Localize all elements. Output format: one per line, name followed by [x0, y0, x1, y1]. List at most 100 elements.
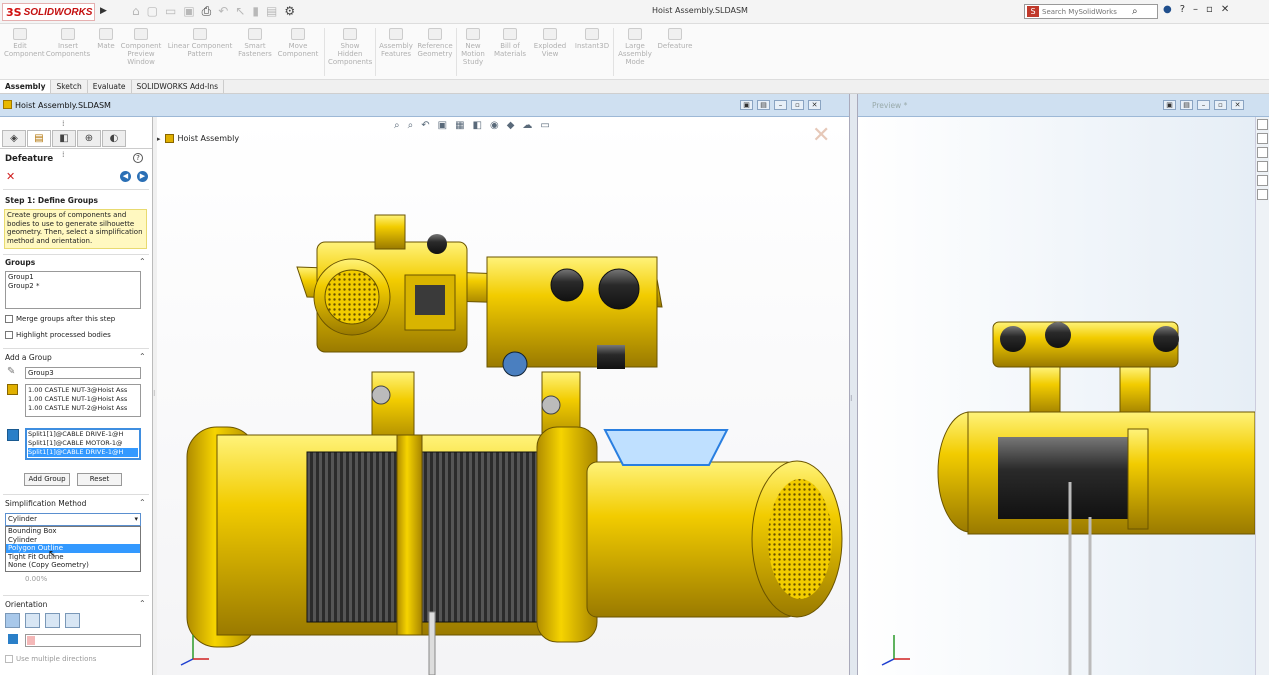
custom-properties-icon[interactable] [1257, 189, 1268, 200]
groups-list[interactable]: Group1 Group2 * [5, 271, 141, 309]
preview-tile-button[interactable]: ▤ [1180, 100, 1193, 110]
dropdown-option-bounding-box[interactable]: Bounding Box [6, 527, 140, 536]
orientation-collapse-icon[interactable]: ⌃ [139, 599, 146, 608]
exploded-view-button[interactable]: Exploded View [532, 28, 568, 58]
new-motion-study-button[interactable]: New Motion Study [459, 28, 487, 66]
percent-field[interactable]: 0.00% [25, 573, 55, 585]
menu-expand-icon[interactable]: ▶ [100, 6, 107, 16]
pm-help-button[interactable]: ? [133, 153, 143, 163]
undo-icon[interactable]: ↶ [218, 4, 228, 19]
solidworks-resources-icon[interactable] [1257, 119, 1268, 130]
open-icon[interactable]: ▭ [165, 4, 176, 19]
close-button[interactable]: ✕ [1221, 4, 1229, 15]
list-item[interactable]: 1.00 CASTLE NUT-2@Hoist Ass [28, 404, 138, 413]
tab-sketch[interactable]: Sketch [51, 80, 88, 93]
view-palette-icon[interactable] [1257, 161, 1268, 172]
search-input[interactable] [1042, 7, 1132, 16]
simplification-method-select[interactable]: Cylinder ▾ [5, 513, 141, 526]
dropdown-option-tight-fit-outline[interactable]: Tight Fit Outline [6, 553, 140, 562]
panel-grip-icon[interactable]: ⁞ [62, 119, 65, 128]
large-assembly-mode-button[interactable]: Large Assembly Mode [616, 28, 654, 66]
appearances-icon[interactable] [1257, 175, 1268, 186]
multiple-directions-checkbox[interactable]: Use multiple directions [5, 655, 96, 663]
viewport-tile-button[interactable]: ▤ [757, 100, 770, 110]
options-gear-icon[interactable]: ⚙ [284, 4, 295, 19]
reset-button[interactable]: Reset [77, 473, 122, 486]
configurationmanager-tab-icon[interactable]: ◧ [52, 130, 76, 147]
pm-next-icon[interactable]: ▶ [137, 171, 148, 182]
simplification-collapse-icon[interactable]: ⌃ [139, 498, 146, 507]
search-box[interactable]: S ⌕ [1024, 4, 1158, 19]
group-name-field[interactable]: Group3 [25, 367, 141, 379]
rebuild-icon[interactable]: ▮ [252, 4, 259, 19]
viewport-minimize-button[interactable]: – [774, 100, 787, 110]
defeature-button[interactable]: Defeature [656, 28, 694, 50]
checkbox-box[interactable] [5, 315, 13, 323]
preview-minimize-button[interactable]: – [1197, 100, 1210, 110]
new-document-icon[interactable]: ▢ [147, 4, 158, 19]
solidworks-logo[interactable]: 3S SOLIDWORKS [2, 3, 95, 21]
minimize-button[interactable]: – [1193, 4, 1198, 15]
user-icon[interactable]: ● [1163, 4, 1172, 15]
restore-button[interactable]: ▫ [1206, 4, 1213, 15]
smart-fasteners-button[interactable]: Smart Fasteners [237, 28, 273, 58]
viewport-close-button[interactable]: ✕ [808, 100, 821, 110]
highlight-bodies-checkbox[interactable]: Highlight processed bodies [5, 331, 111, 339]
orientation-right-icon[interactable] [45, 613, 60, 628]
dropdown-option-none-copy-geometry[interactable]: None (Copy Geometry) [6, 561, 140, 570]
list-item[interactable]: Split1[1]@CABLE DRIVE-1@H [28, 430, 138, 439]
featuremanager-tab-icon[interactable]: ◈ [2, 130, 26, 147]
pm-cancel-icon[interactable]: ✕ [6, 170, 15, 183]
tab-solidworks-add-ins[interactable]: SOLIDWORKS Add-Ins [132, 80, 225, 93]
move-component-button[interactable]: Move Component [276, 28, 320, 58]
display-manager-tab-icon[interactable]: ◐ [102, 130, 126, 147]
propertymanager-tab-icon[interactable]: ▤ [27, 130, 51, 147]
list-item[interactable]: 1.00 CASTLE NUT-3@Hoist Ass [28, 386, 138, 395]
preview-close-button[interactable]: ✕ [1231, 100, 1244, 110]
list-item[interactable]: Split1[1]@CABLE MOTOR-1@ [28, 439, 138, 448]
direction-field[interactable] [25, 634, 141, 647]
design-library-icon[interactable] [1257, 133, 1268, 144]
bodies-list[interactable]: Split1[1]@CABLE DRIVE-1@H Split1[1]@CABL… [25, 428, 141, 460]
list-item[interactable]: Group1 [8, 273, 138, 282]
split-handle-icon[interactable]: ⁝ [850, 394, 853, 403]
chevron-down-icon[interactable]: ▾ [134, 514, 138, 525]
show-hidden-components-button[interactable]: Show Hidden Components [328, 28, 372, 66]
add-group-button[interactable]: Add Group [24, 473, 70, 486]
components-list[interactable]: 1.00 CASTLE NUT-3@Hoist Ass 1.00 CASTLE … [25, 384, 141, 417]
add-group-collapse-icon[interactable]: ⌃ [139, 352, 146, 361]
assembly-features-button[interactable]: Assembly Features [378, 28, 414, 58]
preview-link-button[interactable]: ▣ [1163, 100, 1176, 110]
bill-of-materials-button[interactable]: Bill of Materials [493, 28, 527, 58]
file-properties-icon[interactable]: ▤ [266, 4, 277, 19]
orientation-top-icon[interactable] [25, 613, 40, 628]
linear-component-pattern-button[interactable]: Linear Component Pattern [166, 28, 234, 58]
instant3d-button[interactable]: Instant3D [574, 28, 610, 50]
viewport-split-bar[interactable]: ⁝ [849, 94, 858, 675]
edit-component-button[interactable]: Edit Component [4, 28, 45, 58]
print-icon[interactable]: ⎙ [202, 4, 212, 19]
component-preview-window-button[interactable]: Component Preview Window [118, 28, 164, 66]
file-explorer-icon[interactable] [1257, 147, 1268, 158]
list-item[interactable]: 1.00 CASTLE NUT-1@Hoist Ass [28, 395, 138, 404]
tab-assembly[interactable]: Assembly [0, 80, 52, 93]
orientation-custom-icon[interactable] [65, 613, 80, 628]
tab-evaluate[interactable]: Evaluate [88, 80, 132, 93]
list-item[interactable]: Group2 * [8, 282, 138, 291]
insert-components-button[interactable]: Insert Components [44, 28, 92, 58]
list-item[interactable]: Split1[1]@CABLE DRIVE-1@H [28, 448, 138, 457]
dimxpert-tab-icon[interactable]: ⊕ [77, 130, 101, 147]
mate-button[interactable]: Mate [96, 28, 116, 50]
viewport-link-button[interactable]: ▣ [740, 100, 753, 110]
graphics-area[interactable]: ⌕ ⌕ ↶ ▣ ▦ ◧ ◉ ◆ ☁ ▭ ▸ Hoist Assembly ✕ [157, 117, 849, 675]
save-icon[interactable]: ▣ [183, 4, 194, 19]
dropdown-option-polygon-outline[interactable]: Polygon Outline [6, 544, 140, 553]
pm-back-icon[interactable]: ◀ [120, 171, 131, 182]
panel-grip-icon[interactable]: ⁞ [62, 150, 65, 159]
orientation-front-icon[interactable] [5, 613, 20, 628]
checkbox-box[interactable] [5, 655, 13, 663]
dropdown-option-cylinder[interactable]: Cylinder [6, 536, 140, 545]
reference-geometry-button[interactable]: Reference Geometry [416, 28, 454, 58]
groups-collapse-icon[interactable]: ⌃ [139, 257, 146, 266]
preview-graphics-area[interactable] [858, 117, 1255, 675]
